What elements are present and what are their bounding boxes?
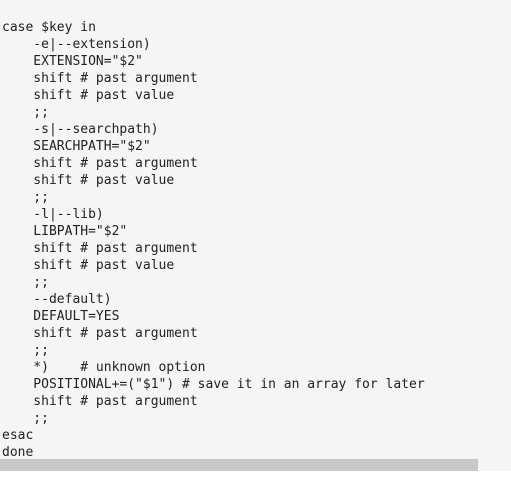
code-line: LIBPATH="$2" xyxy=(2,224,128,239)
code-line: case $key in xyxy=(2,20,96,35)
code-line: SEARCHPATH="$2" xyxy=(2,139,151,154)
code-line: shift # past argument xyxy=(2,71,198,86)
code-line: --default) xyxy=(2,292,112,307)
code-line: shift # past value xyxy=(2,173,175,188)
code-line: ;; xyxy=(2,343,49,358)
code-line: -e|--extension) xyxy=(2,37,151,52)
code-line: shift # past argument xyxy=(2,326,198,341)
code-line: shift # past value xyxy=(2,258,175,273)
code-line: esac xyxy=(2,428,34,443)
code-line: -l|--lib) xyxy=(2,207,104,222)
code-line: shift # past argument xyxy=(2,241,198,256)
code-line: *) # unknown option xyxy=(2,360,206,375)
horizontal-scrollbar-thumb[interactable] xyxy=(0,459,478,471)
code-block: case $key in -e|--extension) EXTENSION="… xyxy=(2,19,425,461)
code-line: shift # past argument xyxy=(2,156,198,171)
code-line: shift # past argument xyxy=(2,394,198,409)
code-line: ;; xyxy=(2,105,49,120)
code-line: shift # past value xyxy=(2,88,175,103)
horizontal-scrollbar[interactable] xyxy=(0,459,511,471)
code-line: DEFAULT=YES xyxy=(2,309,120,324)
code-line: EXTENSION="$2" xyxy=(2,54,143,69)
code-line: -s|--searchpath) xyxy=(2,122,159,137)
code-line: ;; xyxy=(2,275,49,290)
code-line: ;; xyxy=(2,190,49,205)
code-viewer: case $key in -e|--extension) EXTENSION="… xyxy=(0,0,511,470)
code-line: POSITIONAL+=("$1") # save it in an array… xyxy=(2,377,425,392)
code-line: ;; xyxy=(2,411,49,426)
